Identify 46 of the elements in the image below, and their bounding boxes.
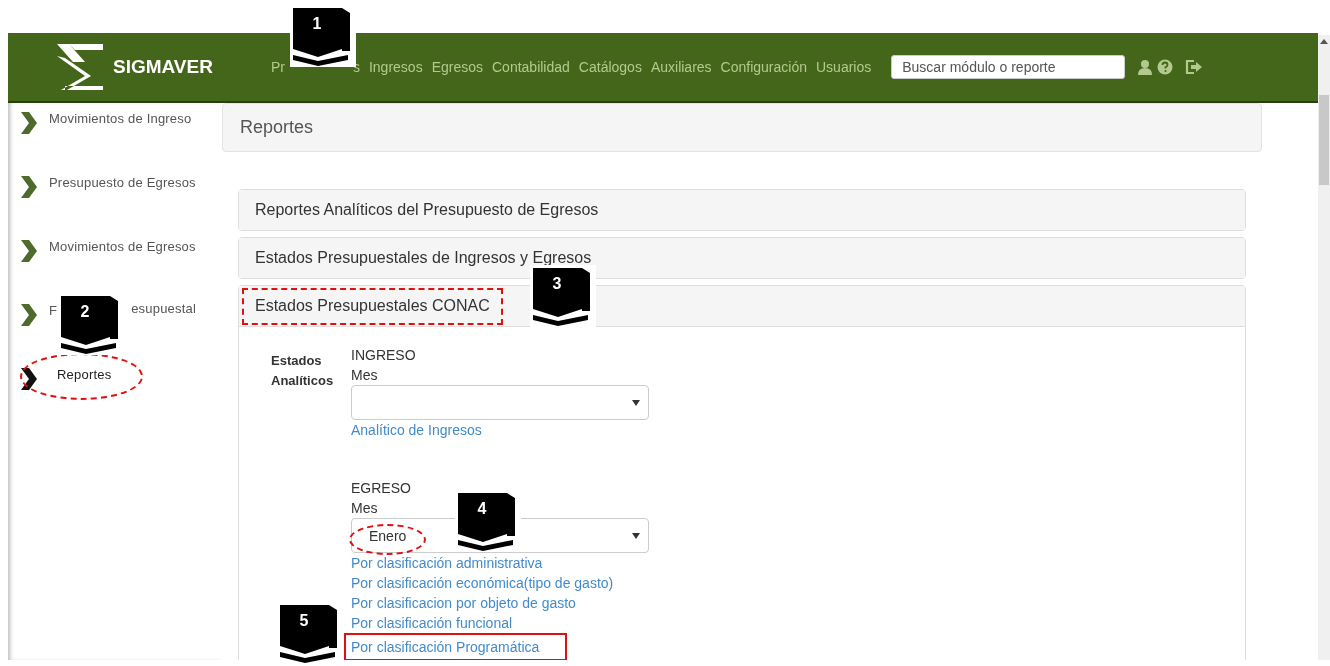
sidebar-link[interactable]: F bbox=[49, 303, 58, 318]
chevron-icon bbox=[20, 239, 38, 263]
chevron-icon bbox=[20, 111, 38, 135]
sidebar-link[interactable]: Movimientos de Ingreso bbox=[49, 111, 192, 126]
nav-link[interactable]: Contabilidad bbox=[492, 59, 570, 75]
field-label: Mes bbox=[351, 366, 378, 385]
report-link[interactable]: Por clasificación económica(tipo de gasto) bbox=[351, 573, 614, 593]
user-icon[interactable] bbox=[1137, 59, 1154, 75]
nav-link[interactable]: Pr bbox=[270, 59, 285, 75]
nav-link[interactable]: Auxiliares bbox=[650, 59, 712, 75]
caret-icon bbox=[632, 399, 640, 406]
search-field[interactable]: Buscar módulo o reporte bbox=[891, 55, 1126, 79]
nav-link[interactable]: Catálogos bbox=[578, 59, 642, 75]
app-logo-text: SIGMAVER bbox=[113, 56, 213, 78]
group-title: INGRESO bbox=[351, 346, 416, 365]
report-link[interactable]: Analítico de Ingresos bbox=[351, 420, 482, 440]
accordion-title[interactable]: Reportes Analíticos del Presupuesto de Egresos bbox=[255, 201, 599, 219]
sidebar-link[interactable]: Movimientos de Egresos bbox=[49, 239, 196, 254]
report-link[interactable]: Por clasificación Programática bbox=[344, 633, 568, 660]
group-title: EGRESO bbox=[351, 479, 411, 498]
logout-icon[interactable] bbox=[1185, 59, 1204, 75]
chevron-icon bbox=[20, 367, 38, 391]
report-link[interactable]: Por clasificación funcional bbox=[351, 613, 513, 633]
breadcrumb-panel: Reportes bbox=[222, 103, 1262, 152]
step-marker: 4 bbox=[455, 490, 521, 552]
accordion-title[interactable]: Estados Presupuestales de Ingresos y Egresos bbox=[255, 249, 592, 267]
sidebar-link[interactable]: Presupuesto de Egresos bbox=[49, 175, 196, 190]
nav-link[interactable]: Egresos bbox=[431, 59, 483, 75]
field-label: Mes bbox=[351, 499, 378, 518]
step-marker: 1 bbox=[290, 5, 356, 67]
nav-link[interactable]: Configuración bbox=[720, 59, 807, 75]
scroll-thumb[interactable] bbox=[1319, 95, 1329, 185]
chevron-icon bbox=[20, 303, 38, 327]
report-link[interactable]: Por clasificación administrativa bbox=[351, 553, 543, 573]
caret-icon bbox=[632, 532, 640, 539]
step-marker: 3 bbox=[530, 265, 596, 327]
accordion-title[interactable]: Estados Presupuestales CONAC bbox=[242, 287, 503, 325]
help-icon[interactable] bbox=[1157, 59, 1174, 75]
sidebar-link[interactable]: Reportes bbox=[57, 364, 112, 382]
chevron-icon bbox=[20, 175, 38, 199]
report-link[interactable]: Por clasificacion por objeto de gasto bbox=[351, 593, 576, 613]
scrollbar[interactable] bbox=[1318, 35, 1330, 660]
nav-link[interactable]: Usuarios bbox=[816, 59, 872, 75]
sidebar-link[interactable]: esupuestal bbox=[131, 301, 197, 316]
section-label: Estados Analíticos bbox=[271, 352, 335, 390]
nav-link[interactable]: Ingresos bbox=[368, 59, 423, 75]
